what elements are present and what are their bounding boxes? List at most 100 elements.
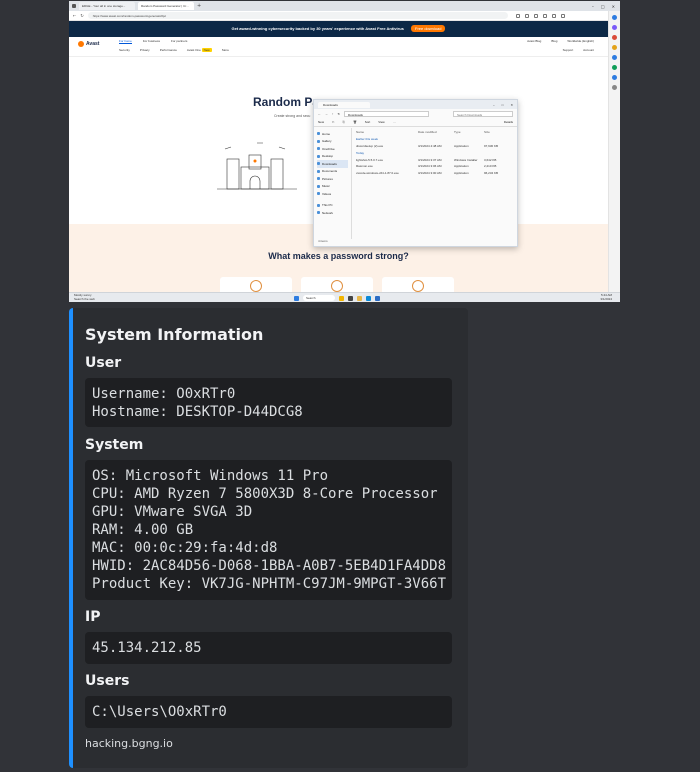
sort-button[interactable]: Sort xyxy=(365,120,371,124)
refresh-icon[interactable]: ↻ xyxy=(338,112,341,116)
free-download-button[interactable]: Free download xyxy=(411,25,446,32)
file-row[interactable]: discordsetup (2).exe 3/1/2024 4:48 AM Ap… xyxy=(356,143,513,150)
browser-tab[interactable]: EDGE - Your all in one storage... xyxy=(79,2,135,10)
new-button[interactable]: New xyxy=(318,120,324,124)
column-header[interactable]: Type xyxy=(454,130,484,136)
favorites-icon[interactable] xyxy=(524,13,529,18)
sidebar-item-music[interactable]: Music xyxy=(317,183,348,191)
new-tab-icon[interactable]: + xyxy=(197,3,201,9)
games-icon[interactable] xyxy=(612,55,617,60)
nav-link[interactable]: Avast Blog xyxy=(527,39,541,43)
maximize-icon[interactable]: □ xyxy=(601,4,605,9)
sidebar-item-network[interactable]: Network xyxy=(317,209,348,217)
weather-widget[interactable]: Mostly sunny Search the web xyxy=(74,293,95,301)
outlook-icon[interactable] xyxy=(612,75,617,80)
system-tray[interactable]: 5:44 AM 3/1/2024 xyxy=(600,293,612,301)
embedded-screenshot[interactable]: EDGE - Your all in one storage... Random… xyxy=(69,1,620,302)
file-row[interactable]: vscode-windows-x64-1.87.0.exe 3/1/2024 3… xyxy=(356,170,513,177)
explorer-search[interactable]: Search Downloads xyxy=(453,110,513,117)
sidebar-item-videos[interactable]: Videos xyxy=(317,190,348,198)
browser-tab-active[interactable]: Random Password Generator | Cr... xyxy=(138,2,194,10)
sidebar-item-label: Pictures xyxy=(322,176,333,181)
start-icon[interactable] xyxy=(294,295,299,301)
code-line: Hostname: DESKTOP-D44DCG8 xyxy=(92,404,303,420)
office-icon[interactable] xyxy=(612,65,617,70)
nav-link[interactable]: Performance xyxy=(160,48,177,52)
close-icon[interactable]: ✕ xyxy=(510,103,513,107)
avast-logo[interactable]: Avast xyxy=(78,41,99,47)
more-icon[interactable]: ··· xyxy=(393,120,396,124)
hero-title: Random Pa xyxy=(253,95,320,109)
clock-date: 3/1/2024 xyxy=(600,296,612,301)
new-badge: New xyxy=(201,48,212,52)
forward-icon[interactable]: → xyxy=(325,112,328,116)
nav-link[interactable]: Avast One New xyxy=(187,48,212,52)
hero-subtitle: Create strong and secu xyxy=(274,114,311,118)
file-explorer-icon[interactable] xyxy=(357,295,362,301)
column-header[interactable]: Size xyxy=(484,130,504,136)
extension-icon[interactable] xyxy=(515,13,520,18)
file-name: lightshot-5.5.0.7.exe xyxy=(356,157,384,162)
delete-icon[interactable]: 🗑 xyxy=(353,120,357,124)
add-icon[interactable] xyxy=(612,85,617,90)
sidebar-item-pictures[interactable]: Pictures xyxy=(317,175,348,183)
sidebar-item-home[interactable]: Home xyxy=(317,130,348,138)
up-icon[interactable]: ↑ xyxy=(332,112,334,116)
address-bar[interactable]: https://www.avast.com/random-password-ge… xyxy=(87,12,508,19)
copy-icon[interactable]: ⎘ xyxy=(343,120,345,124)
downloads-icon xyxy=(317,162,320,166)
taskbar-search[interactable]: Search xyxy=(303,295,335,301)
sidebar-item-desktop[interactable]: Desktop xyxy=(317,153,348,161)
nav-link[interactable]: Security xyxy=(119,48,130,52)
maximize-icon[interactable]: □ xyxy=(502,103,504,107)
sidebar-item-onedrive[interactable]: OneDrive xyxy=(317,145,348,153)
file-explorer-window[interactable]: Downloads – □ ✕ ← → ↑ ↻ Downloads Search… xyxy=(313,99,518,247)
column-header[interactable]: Date modified xyxy=(418,130,454,136)
taskbar-apps: Search xyxy=(294,295,380,301)
column-header[interactable]: Name xyxy=(356,130,418,136)
search-icon[interactable] xyxy=(612,25,617,30)
minimize-icon[interactable]: – xyxy=(493,103,495,107)
sidebar-item-label: Music xyxy=(322,184,330,189)
edge-icon[interactable] xyxy=(366,295,371,301)
account-link[interactable]: Account xyxy=(583,48,594,52)
nav-link[interactable]: For partners xyxy=(171,39,187,44)
back-icon[interactable]: ← xyxy=(73,13,76,18)
explorer-path[interactable]: Downloads xyxy=(344,110,430,117)
details-button[interactable]: Details xyxy=(504,120,513,124)
support-link[interactable]: Support xyxy=(563,48,574,52)
minimize-icon[interactable]: – xyxy=(592,4,594,9)
nav-link[interactable]: Blog xyxy=(551,39,557,43)
task-view-icon[interactable] xyxy=(348,295,353,301)
nav-link[interactable]: For home xyxy=(119,39,132,44)
back-icon[interactable]: ← xyxy=(318,112,321,116)
codeblock-ip: 45.134.212.85 xyxy=(85,632,452,664)
close-icon[interactable]: ✕ xyxy=(612,4,615,9)
pictures-icon xyxy=(317,177,320,181)
widgets-icon[interactable] xyxy=(339,295,344,301)
split-screen-icon[interactable] xyxy=(533,13,538,18)
sidebar-item-downloads[interactable]: Downloads xyxy=(317,160,348,168)
shopping-icon[interactable] xyxy=(612,35,617,40)
collections-icon[interactable] xyxy=(542,13,547,18)
explorer-tab[interactable]: Downloads xyxy=(318,101,370,108)
nav-link[interactable]: For business xyxy=(143,39,160,44)
tools-icon[interactable] xyxy=(612,45,617,50)
profile-icon[interactable] xyxy=(551,13,556,18)
cut-icon[interactable]: ✂ xyxy=(332,120,335,124)
language-select[interactable]: Worldwide (English) xyxy=(567,39,594,43)
view-button[interactable]: View xyxy=(378,120,384,124)
nav-right-secondary: Support Account xyxy=(563,48,594,52)
copilot-icon[interactable] xyxy=(612,15,617,20)
refresh-icon[interactable]: ↻ xyxy=(80,13,83,18)
sidebar-item-documents[interactable]: Documents xyxy=(317,168,348,176)
more-icon[interactable] xyxy=(560,13,565,18)
code-line: OS: Microsoft Windows 11 Pro xyxy=(92,468,329,484)
nav-link-store[interactable]: Store xyxy=(222,48,229,52)
nav-link[interactable]: Privacy xyxy=(140,48,150,52)
sidebar-item-gallery[interactable]: Gallery xyxy=(317,138,348,146)
store-icon[interactable] xyxy=(375,295,380,301)
sidebar-item-this-pc[interactable]: This PC xyxy=(317,202,348,210)
code-line: C:\Users\O0xRTr0 xyxy=(92,704,227,720)
explorer-toolbar: New ✂ ⎘ 🗑 Sort View ··· Details xyxy=(314,118,517,127)
